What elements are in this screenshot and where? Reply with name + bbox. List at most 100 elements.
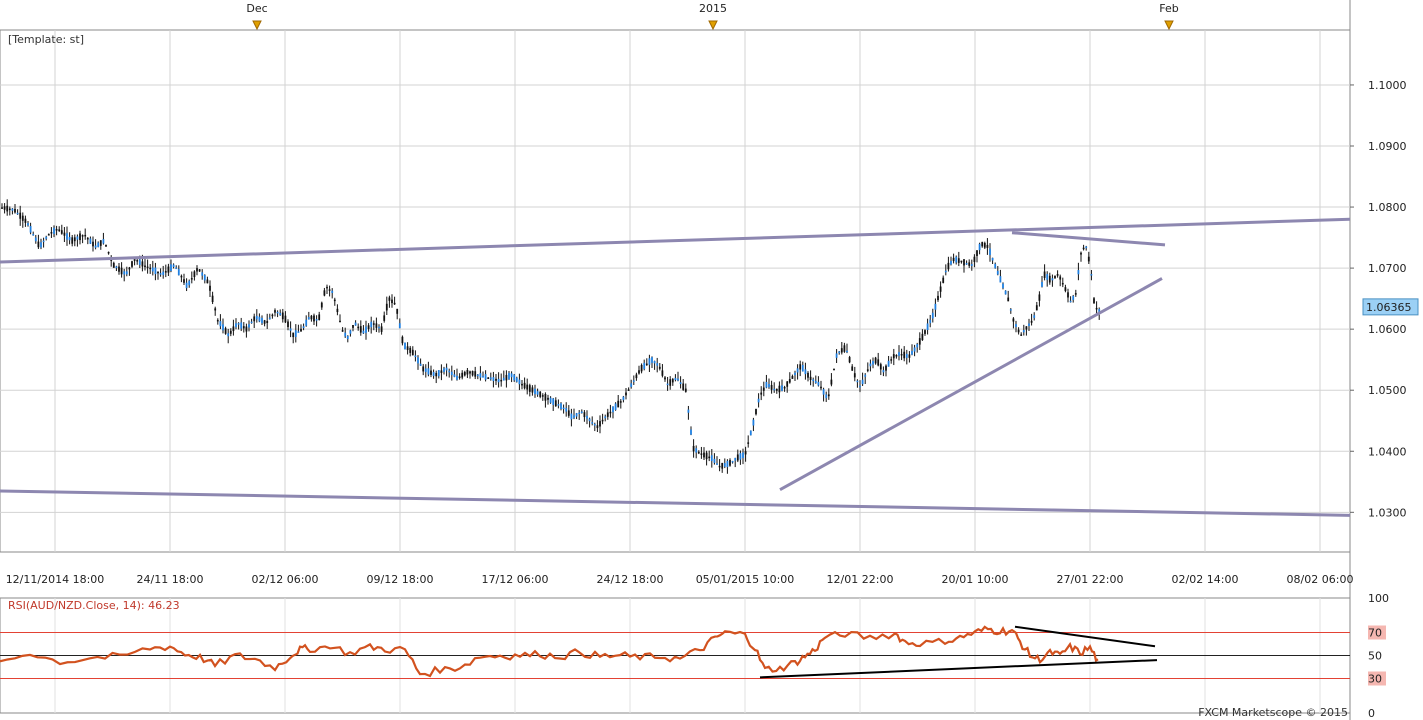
candle-body — [833, 368, 835, 371]
candle-body — [336, 308, 339, 313]
candle-body — [552, 398, 555, 405]
candle-body — [297, 331, 300, 333]
candle-body — [388, 297, 391, 301]
candle-body — [544, 393, 547, 401]
candle-body — [770, 384, 773, 390]
candle-body — [341, 330, 344, 332]
candle-body — [757, 398, 760, 403]
candle-body — [232, 326, 235, 332]
candle-body — [461, 372, 464, 378]
candle-body — [510, 373, 513, 378]
candle-body — [448, 370, 451, 373]
candle-body — [723, 463, 726, 467]
candle-body — [203, 275, 206, 281]
candle-body — [567, 410, 570, 416]
candle-body — [76, 236, 79, 240]
candle-body — [271, 314, 274, 317]
candle-body — [224, 328, 227, 334]
candle-body — [14, 208, 16, 213]
candle-body — [1080, 252, 1082, 255]
candle-body — [513, 374, 516, 381]
candle-body — [879, 364, 882, 370]
candle-body — [188, 280, 191, 286]
candle-body — [521, 383, 523, 386]
candle-body — [92, 241, 94, 247]
candle-body — [505, 374, 508, 381]
y-tick-label: 1.1000 — [1368, 79, 1407, 92]
candle-body — [201, 272, 204, 276]
candle-body — [978, 243, 981, 251]
candle-body — [136, 260, 139, 262]
candle-body — [11, 208, 14, 211]
candle-body — [729, 459, 731, 466]
candle-body — [380, 326, 383, 332]
candle-body — [24, 218, 27, 223]
candle-body — [235, 323, 237, 328]
candle-body — [874, 357, 877, 364]
candle-body — [29, 226, 32, 233]
candle-body — [853, 373, 856, 378]
candle-body — [625, 392, 627, 396]
candle-body — [822, 389, 825, 395]
candle-body — [484, 374, 487, 380]
candle-body — [1046, 274, 1049, 280]
candle-body — [45, 236, 48, 239]
candle-body — [664, 377, 666, 380]
top-marker-triangle — [708, 20, 718, 31]
candle-body — [554, 400, 557, 407]
candle-body — [817, 381, 820, 386]
candle-body — [287, 321, 289, 328]
candle-body — [172, 264, 175, 267]
candle-body — [164, 271, 167, 273]
candle-body — [349, 330, 352, 334]
candle-body — [580, 411, 583, 414]
candle-body — [760, 392, 763, 395]
x-tick-label: 27/01 22:00 — [1057, 573, 1124, 586]
candle-body — [929, 319, 932, 324]
candle-body — [547, 397, 549, 400]
candle-body — [79, 233, 81, 241]
candle-body — [820, 386, 822, 389]
candle-body — [570, 413, 573, 420]
candle-body — [219, 321, 222, 327]
candle-body — [952, 257, 955, 262]
x-tick-label: 17/12 06:00 — [482, 573, 549, 586]
candle-body — [268, 317, 271, 320]
candle-body — [453, 374, 456, 377]
candle-body — [679, 382, 682, 385]
candle-body — [528, 385, 531, 392]
candle-body — [508, 372, 510, 380]
candle-body — [115, 266, 118, 269]
candle-body — [869, 363, 872, 367]
candle-body — [640, 364, 643, 372]
candle-body — [996, 270, 999, 275]
candle-body — [222, 324, 224, 331]
candle-body — [437, 370, 440, 377]
candle-body — [1074, 293, 1077, 295]
candle-body — [40, 242, 42, 248]
candle-body — [1061, 282, 1064, 285]
candle-body — [604, 416, 607, 419]
candle-body — [190, 278, 193, 280]
candle-body — [1015, 324, 1017, 327]
candle-body — [731, 460, 734, 463]
candle-body — [877, 359, 880, 366]
candle-body — [716, 463, 718, 465]
candle-body — [593, 424, 596, 426]
candle-body — [703, 452, 705, 458]
candle-body — [856, 380, 859, 383]
candle-body — [398, 323, 401, 329]
candle-body — [523, 382, 526, 389]
candle-body — [1043, 271, 1046, 278]
candle-body — [1085, 246, 1088, 249]
candle-body — [947, 262, 950, 270]
candle-body — [788, 379, 791, 383]
candle-body — [900, 353, 903, 356]
candle-body — [305, 319, 308, 326]
candle-body — [892, 354, 895, 359]
candle-body — [307, 317, 310, 320]
candle-body — [331, 290, 334, 294]
candle-body — [170, 264, 172, 271]
candle-body — [367, 325, 370, 329]
candle-body — [747, 442, 750, 444]
